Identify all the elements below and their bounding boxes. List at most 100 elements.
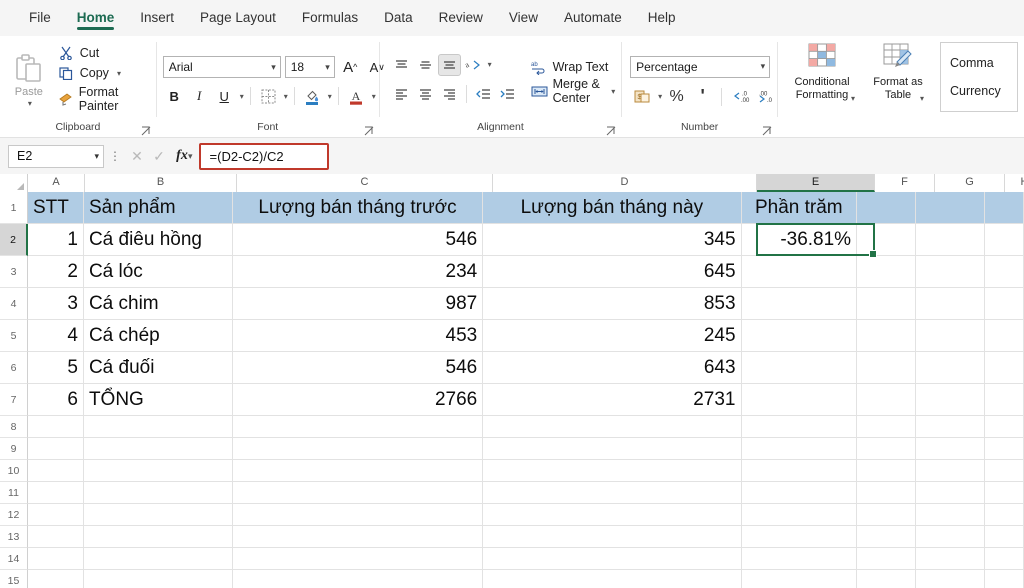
cell-H4[interactable] xyxy=(984,288,1024,320)
cell-style-currency[interactable]: Currency xyxy=(950,84,1017,98)
cell-A3[interactable]: 2 xyxy=(28,256,84,288)
align-right-button[interactable] xyxy=(438,83,461,105)
cell-G2[interactable] xyxy=(915,224,985,256)
cell-H14[interactable] xyxy=(984,548,1024,570)
cell-H13[interactable] xyxy=(984,526,1024,548)
cell-A10[interactable] xyxy=(28,460,84,482)
cell-F1[interactable] xyxy=(857,192,916,224)
cell-G4[interactable] xyxy=(915,288,985,320)
cell-A6[interactable]: 5 xyxy=(28,352,84,384)
cell-A8[interactable] xyxy=(28,416,84,438)
font-dialog-launcher[interactable] xyxy=(364,126,374,136)
cell-B14[interactable] xyxy=(83,548,233,570)
cut-button[interactable]: Cut xyxy=(58,45,150,61)
ribbon-tab-help[interactable]: Help xyxy=(637,6,687,31)
cell-F15[interactable] xyxy=(857,570,916,588)
alignment-dialog-launcher[interactable] xyxy=(606,126,616,136)
cell-A2[interactable]: 1 xyxy=(28,224,84,256)
cell-F10[interactable] xyxy=(857,460,916,482)
formula-input[interactable]: =(D2-C2)/C2 xyxy=(210,149,284,164)
cell-B12[interactable] xyxy=(83,504,233,526)
accounting-format-button[interactable]: $ xyxy=(630,86,653,108)
chevron-down-icon[interactable]: ▾ xyxy=(372,92,376,101)
cell-B9[interactable] xyxy=(83,438,233,460)
align-left-button[interactable] xyxy=(390,83,413,105)
row-header-6[interactable]: 6 xyxy=(0,352,28,384)
cell-A15[interactable] xyxy=(28,570,84,588)
cell-G13[interactable] xyxy=(915,526,985,548)
cell-E12[interactable] xyxy=(741,504,858,526)
decrease-decimal-button[interactable]: .00 .0 xyxy=(755,86,778,108)
chevron-down-icon[interactable]: ▾ xyxy=(328,92,332,101)
cell-styles-gallery[interactable]: Comma Currency xyxy=(940,42,1018,112)
cell-G1[interactable] xyxy=(915,192,985,224)
cell-F3[interactable] xyxy=(857,256,916,288)
cell-C11[interactable] xyxy=(232,482,484,504)
cell-A7[interactable]: 6 xyxy=(28,384,84,416)
cell-D10[interactable] xyxy=(483,460,742,482)
chevron-down-icon[interactable]: ▾ xyxy=(920,92,924,105)
column-header-D[interactable]: D xyxy=(493,174,757,192)
cell-F2[interactable] xyxy=(857,224,916,256)
confirm-entry-button[interactable]: ✓ xyxy=(148,148,170,165)
select-all-corner[interactable] xyxy=(0,174,28,192)
number-dialog-launcher[interactable] xyxy=(762,126,772,136)
cell-F5[interactable] xyxy=(857,320,916,352)
underline-button[interactable]: U xyxy=(213,85,236,107)
copy-button[interactable]: Copy ▾ xyxy=(58,65,150,81)
cell-F11[interactable] xyxy=(857,482,916,504)
font-name-combo[interactable]: Arial ▾ xyxy=(162,56,281,78)
cell-A13[interactable] xyxy=(28,526,84,548)
column-header-E[interactable]: E xyxy=(757,174,875,192)
cell-G8[interactable] xyxy=(915,416,985,438)
cell-E11[interactable] xyxy=(741,482,858,504)
percent-style-button[interactable]: % xyxy=(665,86,688,108)
cell-A11[interactable] xyxy=(28,482,84,504)
wrap-text-button[interactable]: ab Wrap Text xyxy=(531,55,616,79)
cell-D11[interactable] xyxy=(483,482,742,504)
cell-B6[interactable]: Cá đuối xyxy=(83,352,233,384)
align-middle-button[interactable] xyxy=(414,54,437,76)
chevron-down-icon[interactable]: ▾ xyxy=(488,60,492,69)
row-header-9[interactable]: 9 xyxy=(0,438,28,460)
ribbon-tab-formulas[interactable]: Formulas xyxy=(291,6,369,31)
row-header-3[interactable]: 3 xyxy=(0,256,28,288)
row-header-4[interactable]: 4 xyxy=(0,288,28,320)
cell-F14[interactable] xyxy=(857,548,916,570)
cell-B1[interactable]: Sản phẩm xyxy=(83,192,233,224)
cell-D13[interactable] xyxy=(483,526,742,548)
cell-H12[interactable] xyxy=(984,504,1024,526)
chevron-down-icon[interactable]: ▾ xyxy=(658,92,662,101)
row-header-12[interactable]: 12 xyxy=(0,504,28,526)
cell-D2[interactable]: 345 xyxy=(483,224,742,256)
cell-D8[interactable] xyxy=(483,416,742,438)
cell-A9[interactable] xyxy=(28,438,84,460)
ribbon-tab-view[interactable]: View xyxy=(498,6,549,31)
cell-H15[interactable] xyxy=(984,570,1024,588)
cell-C15[interactable] xyxy=(232,570,484,588)
ribbon-tab-automate[interactable]: Automate xyxy=(553,6,633,31)
chevron-down-icon[interactable]: ▾ xyxy=(611,87,615,96)
cell-E3[interactable] xyxy=(741,256,858,288)
cell-G14[interactable] xyxy=(915,548,985,570)
format-as-table-button[interactable]: Format as Table ▾ xyxy=(862,42,934,105)
cell-G15[interactable] xyxy=(915,570,985,588)
cell-D4[interactable]: 853 xyxy=(483,288,742,320)
cell-C7[interactable]: 2766 xyxy=(232,384,484,416)
align-top-button[interactable] xyxy=(390,54,413,76)
cell-B2[interactable]: Cá điêu hồng xyxy=(83,224,233,256)
cell-F12[interactable] xyxy=(857,504,916,526)
row-header-2[interactable]: 2 xyxy=(0,224,28,256)
cell-F4[interactable] xyxy=(857,288,916,320)
cell-H1[interactable] xyxy=(984,192,1024,224)
cell-H10[interactable] xyxy=(984,460,1024,482)
cell-E15[interactable] xyxy=(741,570,858,588)
increase-font-size-button[interactable]: A ^ xyxy=(339,56,362,78)
italic-button[interactable]: I xyxy=(188,85,211,107)
ribbon-tab-home[interactable]: Home xyxy=(66,6,126,31)
decrease-indent-button[interactable] xyxy=(472,83,495,105)
ribbon-tab-review[interactable]: Review xyxy=(428,6,494,31)
row-header-1[interactable]: 1 xyxy=(0,192,28,224)
orientation-button[interactable]: a xyxy=(462,54,485,76)
row-header-14[interactable]: 14 xyxy=(0,548,28,570)
